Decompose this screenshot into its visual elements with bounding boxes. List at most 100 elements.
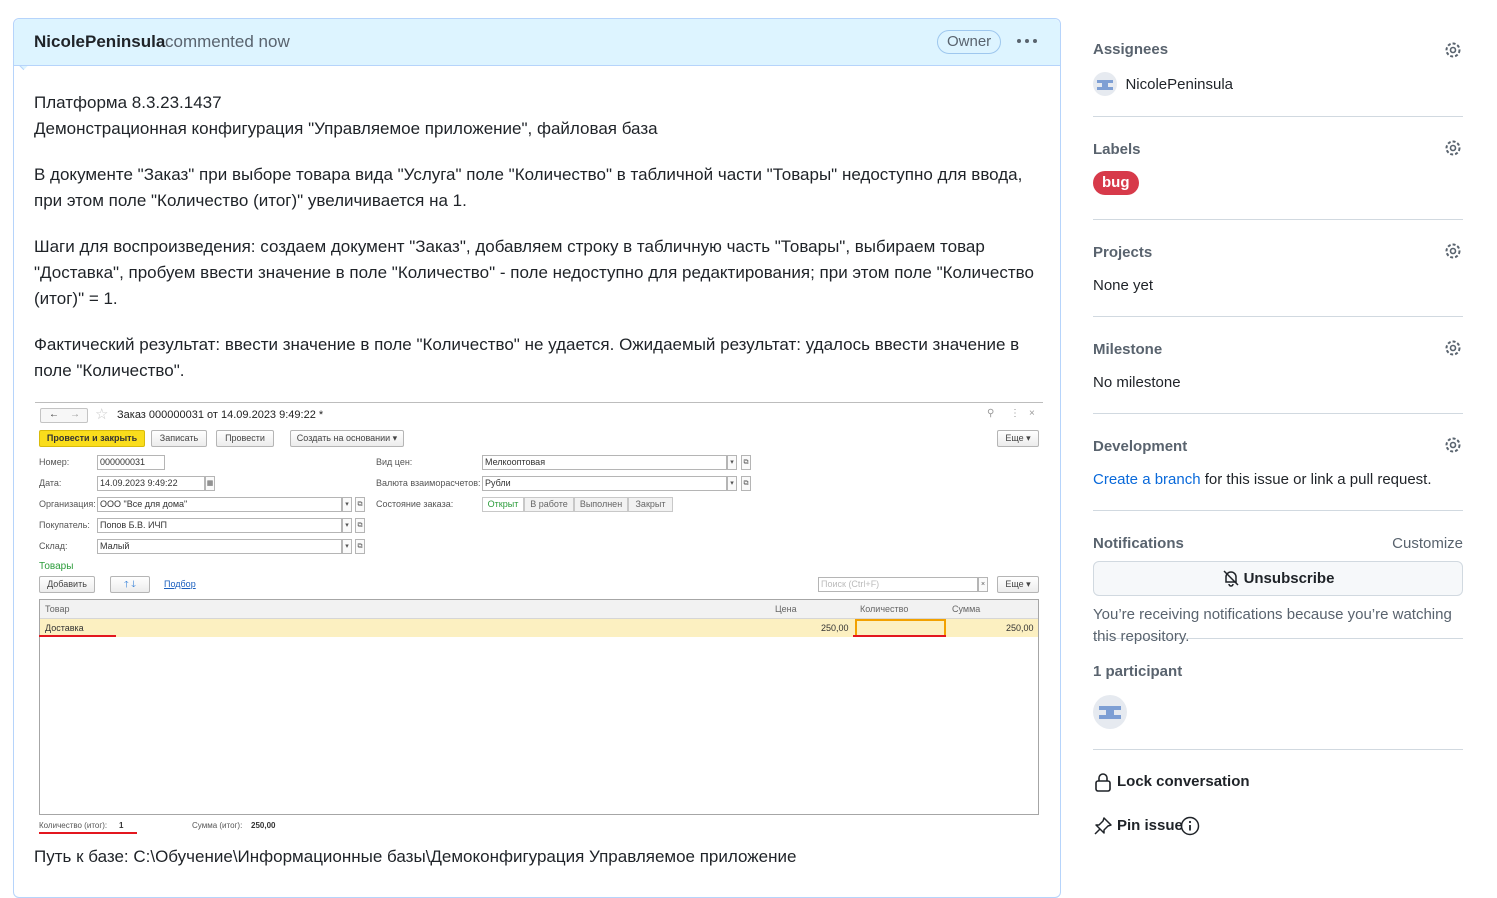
status-done: Выполнен	[574, 497, 628, 512]
col-qty: Количество	[860, 604, 909, 614]
paragraph-platform: Платформа 8.3.23.1437 Демонстрационная к…	[34, 90, 1040, 142]
form-title: Заказ 000000031 от 14.09.2023 9:49:22 *	[117, 409, 324, 421]
arrow-up-icon: 🡑	[124, 579, 129, 589]
goods-table-header: Товар Цена Количество Сумма	[40, 600, 1038, 619]
milestone-section: Milestone No milestone	[1093, 317, 1463, 414]
labels-section: Labels bug	[1093, 117, 1463, 220]
calendar-icon: ▦	[205, 476, 215, 491]
goods-section-title: Товары	[39, 561, 74, 572]
embedded-screenshot[interactable]: ← → ☆ Заказ 000000031 от 14.09.2023 9:49…	[35, 402, 1043, 843]
pick-link: Подбор	[164, 579, 196, 589]
total-sum-value: 250,00	[251, 821, 276, 830]
post-button: Провести	[216, 430, 274, 447]
assignee-item[interactable]: NicolePeninsula	[1093, 72, 1233, 96]
bell-slash-icon	[1223, 570, 1239, 587]
comment-header: NicolePeninsula commented now Owner	[14, 19, 1060, 66]
lock-conversation-label[interactable]: Lock conversation	[1117, 773, 1250, 790]
col-sum: Сумма	[952, 604, 981, 614]
assignee-name[interactable]: NicolePeninsula	[1125, 76, 1233, 93]
currency-open-icon: ⧉	[741, 476, 751, 491]
lock-conversation[interactable]: Lock conversation	[1093, 750, 1463, 792]
price-type-label: Вид цен:	[376, 457, 413, 467]
buyer-field: Попов Б.В. ИЧП	[97, 518, 342, 533]
pin-issue-label[interactable]: Pin issue	[1117, 817, 1183, 834]
red-underline-item	[39, 635, 116, 637]
col-item: Товар	[45, 604, 70, 614]
total-sum-label: Сумма (итог):	[192, 821, 243, 830]
create-branch-link[interactable]: Create a branch	[1093, 471, 1201, 488]
number-field: 000000031	[97, 455, 165, 470]
status-open: Открыт	[482, 497, 524, 512]
database-path: Путь к базе: C:\Обучение\Информационные …	[34, 847, 797, 866]
create-based-label: Создать на основании	[296, 433, 391, 443]
info-icon[interactable]	[1180, 816, 1200, 836]
organization-open-icon: ⧉	[355, 497, 365, 512]
comment-author[interactable]: NicolePeninsula	[34, 32, 165, 52]
buyer-dropdown-icon: ▾	[342, 518, 352, 533]
red-underline-total	[39, 832, 137, 834]
arrow-down-icon: 🡓	[131, 579, 136, 589]
avatar	[1093, 72, 1117, 96]
unsubscribe-label: Unsubscribe	[1243, 570, 1335, 587]
development-title[interactable]: Development	[1093, 438, 1187, 455]
issue-comment: NicolePeninsula commented now Owner Плат…	[12, 18, 1061, 898]
paragraph-result: Фактический результат: ввести значение в…	[34, 335, 1020, 380]
row-price: 250,00	[821, 623, 849, 633]
paragraph-steps: Шаги для воспроизведения: создаем докуме…	[34, 237, 1034, 308]
gear-icon[interactable]	[1443, 241, 1463, 261]
gear-icon[interactable]	[1443, 435, 1463, 455]
more-button-table: Еще ▾	[997, 576, 1039, 593]
red-underline-qty	[853, 635, 946, 637]
goods-table: Товар Цена Количество Сумма Доставка 250…	[39, 599, 1039, 815]
lock-icon	[1095, 773, 1111, 792]
status-closed: Закрыт	[628, 497, 673, 512]
add-row-button: Добавить	[39, 576, 95, 593]
kebab-menu-icon[interactable]	[1014, 31, 1040, 51]
total-qty-label: Количество (итог):	[39, 821, 108, 830]
config-line: Демонстрационная конфигурация "Управляем…	[34, 119, 658, 138]
more-label-top: Еще	[1005, 433, 1024, 443]
milestone-title[interactable]: Milestone	[1093, 341, 1162, 358]
organization-field: ООО "Все для дома"	[97, 497, 342, 512]
warehouse-dropdown-icon: ▾	[342, 539, 352, 554]
col-price: Цена	[775, 604, 797, 614]
post-and-close-button: Провести и закрыть	[39, 430, 145, 447]
participant-avatar[interactable]	[1093, 695, 1127, 729]
notifications-section: Notifications Customize Unsubscribe You’…	[1093, 511, 1463, 645]
currency-field: Рубли	[482, 476, 727, 491]
more-vertical-icon: ⋮	[1010, 408, 1020, 419]
projects-section: Projects None yet	[1093, 220, 1463, 317]
forward-arrow-icon: →	[70, 409, 80, 420]
gear-icon[interactable]	[1443, 338, 1463, 358]
warehouse-label: Склад:	[39, 541, 68, 551]
organization-label: Организация:	[39, 499, 96, 509]
date-label: Дата:	[39, 478, 62, 488]
pin-issue[interactable]: Pin issue	[1093, 792, 1463, 836]
paragraph-description: В документе "Заказ" при выборе товара ви…	[34, 165, 1023, 210]
organization-dropdown-icon: ▾	[342, 497, 352, 512]
gear-icon[interactable]	[1443, 40, 1463, 60]
notifications-title: Notifications	[1093, 535, 1184, 552]
labels-title[interactable]: Labels	[1093, 141, 1141, 158]
more-label-table: Еще	[1005, 579, 1024, 589]
currency-dropdown-icon: ▾	[727, 476, 737, 491]
issue-sidebar: Assignees NicolePeninsula Labels bug Pro…	[1093, 30, 1463, 836]
assignees-title[interactable]: Assignees	[1093, 41, 1168, 58]
back-arrow-icon: ←	[49, 409, 59, 420]
bug-label[interactable]: bug	[1093, 171, 1139, 195]
gear-icon[interactable]	[1443, 138, 1463, 158]
development-rest: for this issue or link a pull request.	[1200, 471, 1432, 488]
projects-value: None yet	[1093, 277, 1154, 294]
unsubscribe-button[interactable]: Unsubscribe	[1093, 561, 1463, 596]
move-up-down-buttons: 🡑 🡓	[110, 576, 150, 593]
comment-timestamp: commented now	[165, 32, 290, 51]
more-button-top: Еще ▾	[997, 430, 1039, 447]
warehouse-open-icon: ⧉	[355, 539, 365, 554]
table-search-field: Поиск (Ctrl+F)	[818, 577, 978, 592]
favorite-star-icon: ☆	[95, 406, 109, 423]
projects-title[interactable]: Projects	[1093, 244, 1152, 261]
customize-link[interactable]: Customize	[1392, 535, 1463, 552]
table-search-placeholder: Поиск (Ctrl+F)	[821, 579, 880, 589]
warehouse-field: Малый	[97, 539, 342, 554]
development-text: Create a branch for this issue or link a…	[1093, 471, 1432, 488]
